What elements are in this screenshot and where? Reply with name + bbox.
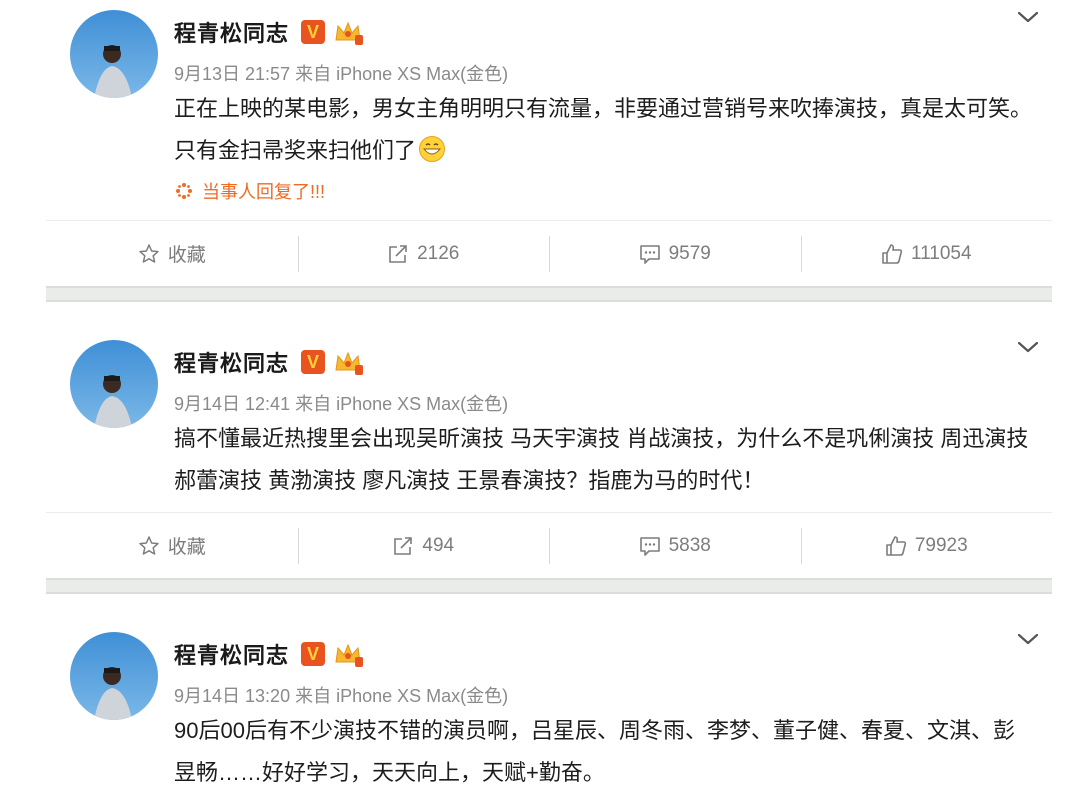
avatar[interactable]: [70, 10, 158, 98]
post-separator: [46, 286, 1052, 302]
post-meta: 9月13日 21:57 来自 iPhone XS Max(金色): [174, 64, 509, 84]
comment-icon: [639, 244, 660, 264]
chevron-down-icon[interactable]: [1016, 338, 1040, 356]
weibo-post-2: 程青松同志 V 9月14日 12:41 来自 iPhone XS Max(金色)…: [46, 330, 1052, 577]
star-icon: [138, 535, 159, 555]
like-count: 111054: [910, 242, 972, 264]
weibo-post-3: 程青松同志 V 9月14日 13:20 来自 iPhone XS Max(金色)…: [46, 622, 1052, 801]
author-row: 程青松同志 V: [174, 637, 364, 671]
post-separator: [46, 578, 1052, 594]
action-bar: 收藏 494 5838 79923: [46, 512, 1052, 578]
post-meta: 9月14日 13:20 来自 iPhone XS Max(金色): [174, 686, 509, 706]
repost-count: 494: [422, 534, 455, 556]
vip-badge: V: [301, 642, 326, 666]
favorite-label: 收藏: [167, 245, 206, 266]
comment-button[interactable]: 5838: [549, 513, 801, 578]
favorite-label: 收藏: [167, 537, 206, 558]
sparkle-icon: [176, 183, 192, 199]
favorite-button[interactable]: 收藏: [46, 221, 298, 286]
author-name[interactable]: 程青松同志: [174, 16, 289, 48]
post-content: 正在上映的某电影，男女主角明明只有流量，非要通过营销号来吹捧演技，真是太可笑。只…: [174, 88, 1034, 172]
share-icon: [394, 536, 413, 555]
like-count: 79923: [914, 534, 968, 556]
crown-icon: [335, 351, 364, 375]
grin-emoji: [419, 136, 446, 162]
repost-count: 2126: [417, 242, 460, 264]
post-text: 正在上映的某电影，男女主角明明只有流量，非要通过营销号来吹捧演技，真是太可笑。只…: [174, 96, 1033, 163]
thumbs-up-icon: [882, 243, 903, 264]
favorite-button[interactable]: 收藏: [46, 513, 298, 578]
like-button[interactable]: 79923: [800, 513, 1053, 578]
repost-button[interactable]: 2126: [297, 221, 550, 286]
chevron-down-icon[interactable]: [1016, 630, 1040, 648]
post-content: 搞不懂最近热搜里会出现吴昕演技 马天宇演技 肖战演技，为什么不是巩俐演技 周迅演…: [174, 426, 1029, 493]
vip-badge: V: [301, 20, 326, 44]
comment-button[interactable]: 9579: [549, 221, 801, 286]
reply-notice[interactable]: 当事人回复了!!!: [174, 178, 325, 204]
author-name[interactable]: 程青松同志: [174, 346, 289, 378]
post-meta: 9月14日 12:41 来自 iPhone XS Max(金色): [174, 394, 509, 414]
star-icon: [138, 243, 159, 263]
like-button[interactable]: 111054: [800, 221, 1053, 286]
action-bar: 收藏 2126 9579 111054: [46, 220, 1052, 286]
vip-badge: V: [301, 350, 326, 374]
comment-count: 9579: [668, 242, 711, 264]
author-row: 程青松同志 V: [174, 345, 364, 379]
chevron-down-icon[interactable]: [1016, 8, 1040, 26]
crown-icon: [335, 643, 364, 667]
comment-count: 5838: [668, 534, 711, 556]
author-name[interactable]: 程青松同志: [174, 638, 289, 670]
crown-icon: [335, 21, 364, 45]
avatar[interactable]: [70, 340, 158, 428]
share-icon: [389, 244, 407, 263]
reply-text: 当事人回复了!!!: [202, 182, 326, 202]
weibo-post-1: 程青松同志 V 9月13日 21:57 来自 iPhone XS Max(金色)…: [46, 0, 1052, 285]
post-content: 90后00后有不少演技不错的演员啊，吕星辰、周冬雨、李梦、董子健、春夏、文淇、彭…: [174, 718, 1015, 785]
avatar[interactable]: [70, 632, 158, 720]
author-row: 程青松同志 V: [174, 15, 364, 49]
repost-button[interactable]: 494: [297, 513, 550, 578]
comment-icon: [639, 536, 660, 556]
thumbs-up-icon: [886, 535, 906, 556]
